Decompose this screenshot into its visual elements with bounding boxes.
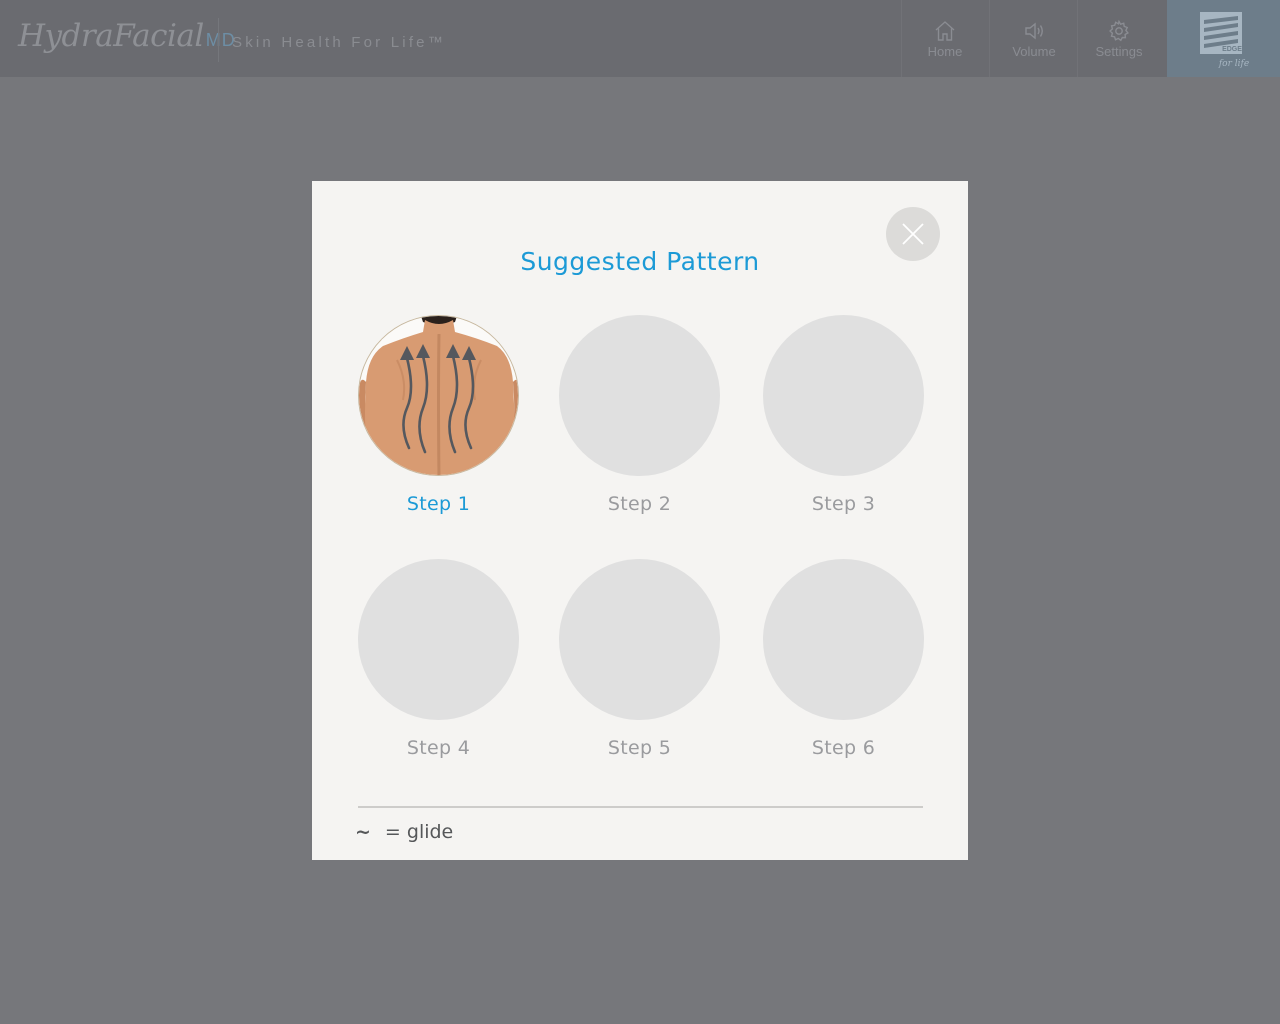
step-5-placeholder bbox=[559, 559, 720, 720]
step-4-label: Step 4 bbox=[406, 737, 471, 759]
step-6-label: Step 6 bbox=[811, 737, 876, 759]
edge-logo-button[interactable]: EDGE for life bbox=[1167, 0, 1280, 77]
back-massage-image bbox=[359, 316, 518, 475]
tagline: Skin Health For Life™ bbox=[232, 34, 446, 51]
step-2[interactable]: Step 2 bbox=[559, 315, 720, 515]
speaker-icon bbox=[1025, 22, 1043, 39]
step-6[interactable]: Step 6 bbox=[763, 559, 924, 759]
home-button[interactable]: Home bbox=[901, 0, 989, 77]
suggested-pattern-dialog: Suggested Pattern Step 1 Step 2 Step 3 S… bbox=[312, 181, 968, 860]
edge-logo-icon: EDGE for life bbox=[1199, 11, 1249, 69]
step-3[interactable]: Step 3 bbox=[763, 315, 924, 515]
brand-logo: HydraFacial MD bbox=[18, 18, 236, 54]
step-1-image bbox=[358, 315, 519, 476]
step-5[interactable]: Step 5 bbox=[559, 559, 720, 759]
step-1-label: Step 1 bbox=[406, 493, 471, 515]
brand-logo-text: HydraFacial bbox=[18, 18, 204, 54]
step-3-label: Step 3 bbox=[811, 493, 876, 515]
home-icon bbox=[935, 20, 955, 41]
step-2-label: Step 2 bbox=[607, 493, 672, 515]
step-4[interactable]: Step 4 bbox=[358, 559, 519, 759]
step-3-placeholder bbox=[763, 315, 924, 476]
home-button-label: Home bbox=[927, 43, 963, 59]
gear-icon bbox=[1109, 19, 1129, 41]
step-2-placeholder bbox=[559, 315, 720, 476]
step-5-label: Step 5 bbox=[607, 737, 672, 759]
step-6-placeholder bbox=[763, 559, 924, 720]
legend-divider bbox=[358, 806, 923, 808]
settings-button[interactable]: Settings bbox=[1075, 0, 1163, 77]
edge-logo-text: EDGE bbox=[1222, 46, 1242, 53]
volume-button[interactable]: Volume bbox=[990, 0, 1078, 77]
glide-symbol: ~ bbox=[355, 821, 371, 843]
legend-text: = glide bbox=[384, 821, 454, 843]
dialog-title: Suggested Pattern bbox=[520, 247, 760, 276]
volume-button-label: Volume bbox=[1012, 43, 1056, 59]
header-divider bbox=[218, 18, 219, 62]
legend: ~ = glide bbox=[355, 821, 453, 843]
settings-button-label: Settings bbox=[1095, 43, 1143, 59]
step-4-placeholder bbox=[358, 559, 519, 720]
close-icon bbox=[902, 223, 924, 245]
top-bar: HydraFacial MD Skin Health For Life™ Home… bbox=[0, 0, 1280, 77]
step-1[interactable]: Step 1 bbox=[358, 315, 519, 515]
edge-logo-script: for life bbox=[1217, 59, 1248, 69]
